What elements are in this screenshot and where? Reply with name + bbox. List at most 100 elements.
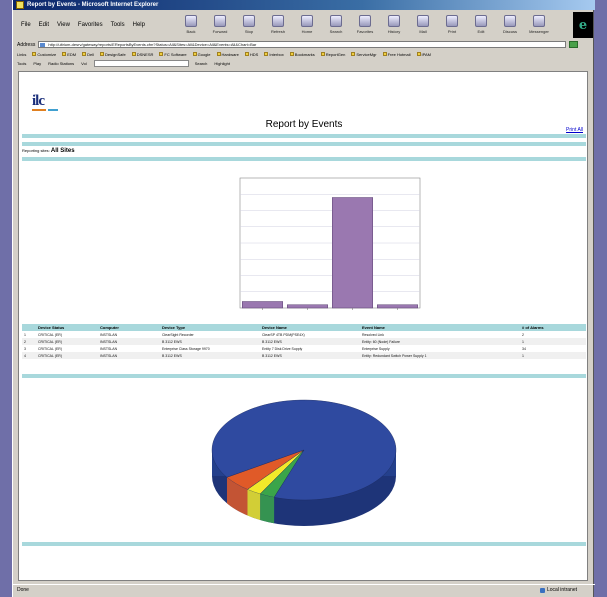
link-item[interactable]: DSNESR xyxy=(131,52,153,57)
link-icon xyxy=(264,52,269,56)
link-icon xyxy=(289,52,294,56)
link-item[interactable]: EDM xyxy=(62,52,76,57)
highlight-button[interactable]: Highlight xyxy=(214,61,230,66)
page-content: ilc Report by Events Print All Reporting… xyxy=(18,71,588,581)
history-icon xyxy=(388,15,400,27)
link-item[interactable]: DesignSafe xyxy=(100,52,126,57)
print-icon xyxy=(446,15,458,27)
mail-label: Mail xyxy=(419,29,427,34)
link-icon xyxy=(320,52,325,56)
link-item[interactable]: Dell xyxy=(82,52,94,57)
device-name-cell: ClearSP 4TB PDM(PSE4X) xyxy=(262,332,305,337)
discuss-button[interactable]: Discuss xyxy=(497,13,523,37)
menu-view[interactable]: View xyxy=(57,22,70,28)
menu-file[interactable]: File xyxy=(21,22,31,28)
link-item[interactable]: FC Software xyxy=(159,52,187,57)
link-item[interactable]: Hardware xyxy=(216,52,239,57)
search-button[interactable]: Search xyxy=(323,13,349,37)
bar-4 xyxy=(377,304,418,309)
link-item[interactable]: Interbox xyxy=(264,52,284,57)
tools-label[interactable]: Tools xyxy=(17,61,26,66)
browser-window: Report by Events - Microsoft Internet Ex… xyxy=(12,0,595,597)
col-header: Event Name xyxy=(360,324,520,331)
col-header: Device Status xyxy=(36,324,98,331)
menu-favorites[interactable]: Favorites xyxy=(78,22,103,28)
bar-chart xyxy=(239,177,421,310)
link-item[interactable]: Bookmarks xyxy=(289,52,315,57)
link-icon xyxy=(82,52,87,56)
table-row: 3 CRITICAL (ER) INSTSLAN Enterprise Clas… xyxy=(22,345,586,352)
row-index: 4 xyxy=(22,352,36,359)
link-icon xyxy=(159,52,164,56)
col-header: Computer xyxy=(98,324,160,331)
menu-tools[interactable]: Tools xyxy=(111,22,125,28)
device-type-cell: B 3112 EWS xyxy=(160,352,260,359)
link-item[interactable]: Customize xyxy=(32,52,56,57)
pie-chart xyxy=(211,399,397,526)
edit-button[interactable]: Edit xyxy=(468,13,494,37)
event-name-cell: Entity: Redundant Switch Power Supply 1 xyxy=(360,352,520,359)
window-title: Report by Events - Microsoft Internet Ex… xyxy=(27,2,159,8)
play-button[interactable]: Play xyxy=(33,61,41,66)
divider xyxy=(22,134,586,138)
print-button[interactable]: Print xyxy=(439,13,465,37)
home-button[interactable]: Home xyxy=(294,13,320,37)
bar-3 xyxy=(332,197,373,309)
refresh-button[interactable]: Refresh xyxy=(265,13,291,37)
link-item[interactable]: HDS xyxy=(244,52,258,57)
back-button[interactable]: Back xyxy=(178,13,204,37)
row-index: 2 xyxy=(22,338,36,345)
device-name-cell: B 3112 EWS xyxy=(260,352,360,359)
link-item[interactable]: Free Hotmail xyxy=(382,52,411,57)
pie-slice-side-4 xyxy=(260,493,275,524)
links-bar: Links Customize EDM Dell DesignSafe DSNE… xyxy=(13,50,595,58)
link-icon xyxy=(416,52,421,56)
links-label: Links xyxy=(17,51,27,57)
row-index: 3 xyxy=(24,346,26,351)
forward-button[interactable]: Forward xyxy=(207,13,233,37)
toolbar-search-input[interactable] xyxy=(93,60,189,67)
history-button[interactable]: History xyxy=(381,13,407,37)
table-row: 1 CRITICAL (ER) INSTSLAN ClearSight Reco… xyxy=(22,331,586,338)
toolbar-search-button[interactable]: Search xyxy=(195,61,208,66)
link-item[interactable]: Google xyxy=(192,52,211,57)
computer-cell: INSTSLAN xyxy=(100,332,118,337)
edit-icon xyxy=(475,15,487,27)
stop-icon xyxy=(243,15,255,27)
report-title: Report by Events xyxy=(265,119,343,130)
home-icon xyxy=(301,15,313,27)
link-item[interactable]: ReportGen xyxy=(320,52,345,57)
menu-help[interactable]: Help xyxy=(133,22,145,28)
bar-1 xyxy=(242,301,283,309)
alarms-cell: 1 xyxy=(520,352,586,359)
mail-button[interactable]: Mail xyxy=(410,13,436,37)
forward-label: Forward xyxy=(212,29,228,34)
divider xyxy=(22,157,586,161)
address-input[interactable]: http://ultrium-desrv/gateway/reports/ERe… xyxy=(38,41,567,48)
device-type-cell: B 3112 EWS xyxy=(160,338,260,345)
radio-stations-button[interactable]: Radio Stations xyxy=(48,61,74,66)
stop-button[interactable]: Stop xyxy=(236,13,262,37)
menu-bar: File Edit View Favorites Tools Help Back… xyxy=(13,11,595,39)
volume-control[interactable]: Vol xyxy=(81,61,87,66)
print-label: Print xyxy=(447,29,457,34)
search-icon xyxy=(330,15,342,27)
ie-window-icon xyxy=(16,1,24,9)
security-zone: Local intranet xyxy=(539,587,577,593)
device-status-cell: CRITICAL (ER) xyxy=(36,352,98,359)
menu-edit[interactable]: Edit xyxy=(39,22,49,28)
link-item[interactable]: IPAM xyxy=(416,52,431,57)
favorites-button[interactable]: Favorites xyxy=(352,13,378,37)
computer-cell: INSTSLAN xyxy=(100,346,118,351)
edit-label: Edit xyxy=(477,29,485,34)
divider xyxy=(22,542,586,546)
messenger-button[interactable]: Messenger xyxy=(526,13,552,37)
go-button[interactable] xyxy=(569,41,579,48)
event-name-cell: Enterprise Supply xyxy=(362,346,390,351)
status-bar: Done Local intranet xyxy=(13,584,595,595)
link-item[interactable]: ServiceMgr xyxy=(351,52,377,57)
device-type-cell: ClearSight Recorder xyxy=(162,332,194,337)
status-text: Done xyxy=(17,587,29,593)
col-header xyxy=(22,324,36,331)
print-link[interactable]: Print All xyxy=(566,127,583,133)
